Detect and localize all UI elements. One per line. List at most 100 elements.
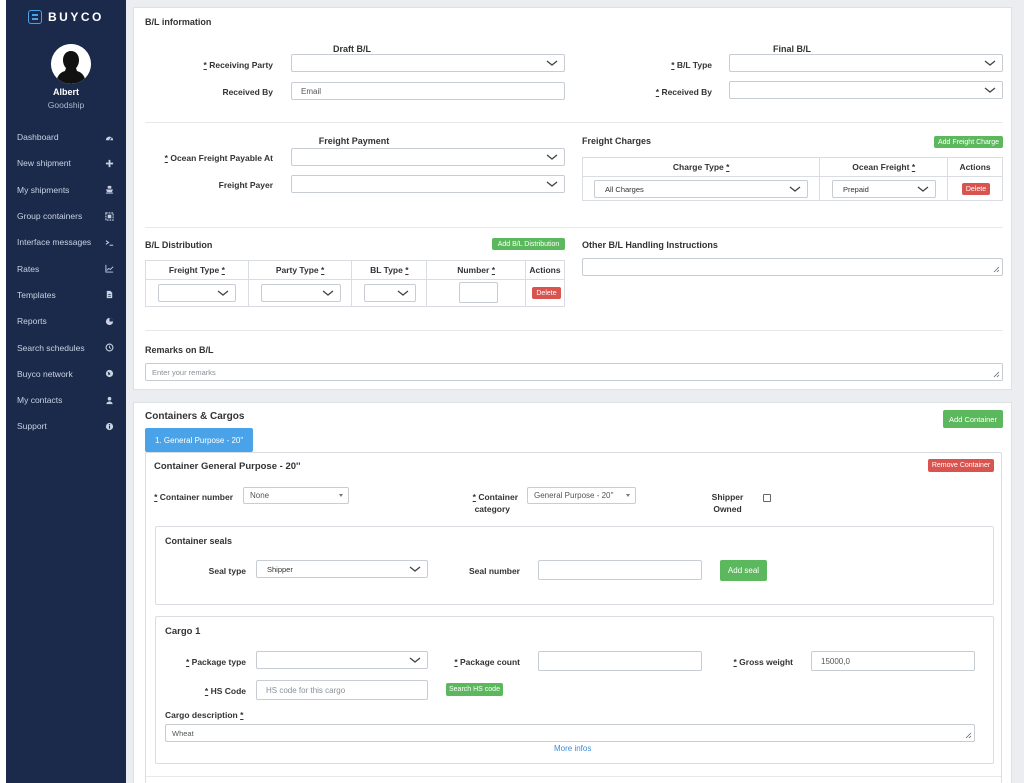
bl-distribution-title: B/L Distribution <box>145 240 213 250</box>
freight-payer-select[interactable] <box>291 175 565 193</box>
remove-container-button[interactable]: Remove Container <box>928 459 994 472</box>
number-input[interactable] <box>459 282 498 303</box>
sidebar-item-interface-messages[interactable]: Interface messages <box>6 229 126 255</box>
ocean-freight-header: Ocean Freight * <box>819 157 949 177</box>
chevron-down-icon <box>984 87 996 93</box>
final-bl-heading: Final B/L <box>773 44 811 54</box>
bl-type-distribution-select[interactable] <box>364 284 416 302</box>
more-infos-link[interactable]: More infos <box>554 744 591 753</box>
shipper-owned-checkbox[interactable] <box>763 494 771 502</box>
chart-icon <box>105 264 114 273</box>
sidebar-item-templates[interactable]: Templates <box>6 282 126 308</box>
seal-type-label: Seal type <box>208 566 246 576</box>
hs-code-label: * HS Code <box>204 686 246 696</box>
number-header: Number * <box>426 260 526 280</box>
container-title: Container General Purpose - 20'' <box>154 461 301 472</box>
chevron-down-icon <box>397 290 409 296</box>
party-type-header: Party Type * <box>247 260 353 280</box>
freight-type-select[interactable] <box>158 284 236 302</box>
final-received-by-select[interactable] <box>729 81 1003 99</box>
sidebar-item-buyco-network[interactable]: Buyco network <box>6 361 126 387</box>
sidebar-item-reports[interactable]: Reports <box>6 308 126 334</box>
sidebar-item-my-shipments[interactable]: My shipments <box>6 177 126 203</box>
resize-grip-icon[interactable] <box>965 732 972 739</box>
party-type-select[interactable] <box>261 284 341 302</box>
user-name: Albert <box>52 87 79 97</box>
resize-grip-icon[interactable] <box>993 371 1000 378</box>
delete-distribution-button[interactable]: Delete <box>532 287 561 299</box>
sidebar-item-rates[interactable]: Rates <box>6 255 126 281</box>
tab-container-1[interactable]: 1. General Purpose - 20'' <box>145 428 253 452</box>
sidebar-item-dashboard[interactable]: Dashboard <box>6 124 126 150</box>
package-count-input[interactable] <box>538 651 702 671</box>
containers-cargos-card: Containers & Cargos Add Container 1. Gen… <box>133 402 1012 783</box>
bl-information-card: B/L information Draft B/L Final B/L * Re… <box>133 7 1012 390</box>
globe-icon <box>105 369 114 378</box>
cargo-description-textarea[interactable]: Wheat <box>165 724 975 742</box>
divider <box>145 227 1003 228</box>
bl-type-select[interactable] <box>729 54 1003 72</box>
add-container-button[interactable]: Add Container <box>943 410 1003 428</box>
received-by-input[interactable]: Email <box>291 82 565 100</box>
package-type-select[interactable] <box>256 651 428 669</box>
ocean-freight-payable-label: * Ocean Freight Payable At <box>164 153 273 163</box>
cargo-panel: Cargo 1 * Package type * Package count *… <box>155 616 994 764</box>
cargo-description-label: Cargo description * <box>165 710 244 720</box>
bl-type-label: * B/L Type <box>671 60 712 70</box>
draft-bl-heading: Draft B/L <box>333 44 371 54</box>
cargo-title: Cargo 1 <box>165 626 201 637</box>
remarks-textarea[interactable]: Enter your remarks <box>145 363 1003 381</box>
gross-weight-label: * Gross weight <box>733 657 793 667</box>
package-type-label: * Package type <box>185 657 246 667</box>
sidebar-item-search-schedules[interactable]: Search schedules <box>6 334 126 360</box>
sidebar-item-support[interactable]: Support <box>6 413 126 439</box>
containers-title: Containers & Cargos <box>145 411 245 422</box>
sidebar-item-my-contacts[interactable]: My contacts <box>6 387 126 413</box>
buyco-logo[interactable]: BUYCO <box>28 9 104 25</box>
divider <box>145 330 1003 331</box>
container-panel: Container General Purpose - 20'' Remove … <box>145 452 1002 783</box>
seal-type-select[interactable]: Shipper <box>256 560 428 578</box>
seal-number-label: Seal number <box>468 566 520 576</box>
freight-payer-label: Freight Payer <box>218 180 273 190</box>
add-bl-distribution-button[interactable]: Add B/L Distribution <box>492 238 565 250</box>
caret-down-icon <box>626 494 630 497</box>
sidebar-nav: Dashboard New shipment My shipments Grou… <box>6 124 126 440</box>
delete-charge-button[interactable]: Delete <box>962 183 990 195</box>
freight-type-header: Freight Type * <box>145 260 249 280</box>
pie-icon <box>105 317 114 326</box>
container-seals-panel: Container seals Seal type Shipper Seal n… <box>155 526 994 605</box>
add-freight-charge-button[interactable]: Add Freight Charge <box>934 136 1003 148</box>
charge-type-select[interactable]: All Charges <box>594 180 808 198</box>
bl-information-title: B/L information <box>145 17 212 27</box>
add-seal-button[interactable]: Add seal <box>720 560 767 581</box>
avatar[interactable] <box>51 44 91 84</box>
hs-code-input[interactable]: HS code for this cargo <box>256 680 428 700</box>
container-number-select[interactable]: None <box>243 487 349 504</box>
user-company: Goodship <box>47 100 85 110</box>
ocean-freight-select[interactable]: Prepaid <box>832 180 936 198</box>
gross-weight-input[interactable]: 15000,0 <box>811 651 975 671</box>
container-number-label: * Container number <box>154 492 233 502</box>
receiving-party-label: * Receiving Party <box>203 60 273 70</box>
chevron-down-icon <box>917 186 929 192</box>
receiving-party-select[interactable] <box>291 54 565 72</box>
search-hs-code-button[interactable]: Search HS code <box>446 683 503 696</box>
chevron-down-icon <box>789 186 801 192</box>
container-category-select[interactable]: General Purpose - 20'' <box>527 487 636 504</box>
resize-grip-icon[interactable] <box>993 266 1000 273</box>
other-instructions-textarea[interactable] <box>582 258 1003 276</box>
received-by-label: Received By <box>222 87 273 97</box>
ocean-freight-payable-select[interactable] <box>291 148 565 166</box>
other-instructions-title: Other B/L Handling Instructions <box>582 240 718 250</box>
seal-number-input[interactable] <box>538 560 702 580</box>
divider <box>145 122 1003 123</box>
chevron-down-icon <box>984 60 996 66</box>
sidebar-item-new-shipment[interactable]: New shipment <box>6 150 126 176</box>
chevron-down-icon <box>409 657 421 663</box>
package-count-label: * Package count <box>454 657 520 667</box>
logo-icon <box>28 10 42 24</box>
sidebar-item-group-containers[interactable]: Group containers <box>6 203 126 229</box>
actions-header: Actions <box>947 157 1003 177</box>
file-icon <box>105 290 114 299</box>
